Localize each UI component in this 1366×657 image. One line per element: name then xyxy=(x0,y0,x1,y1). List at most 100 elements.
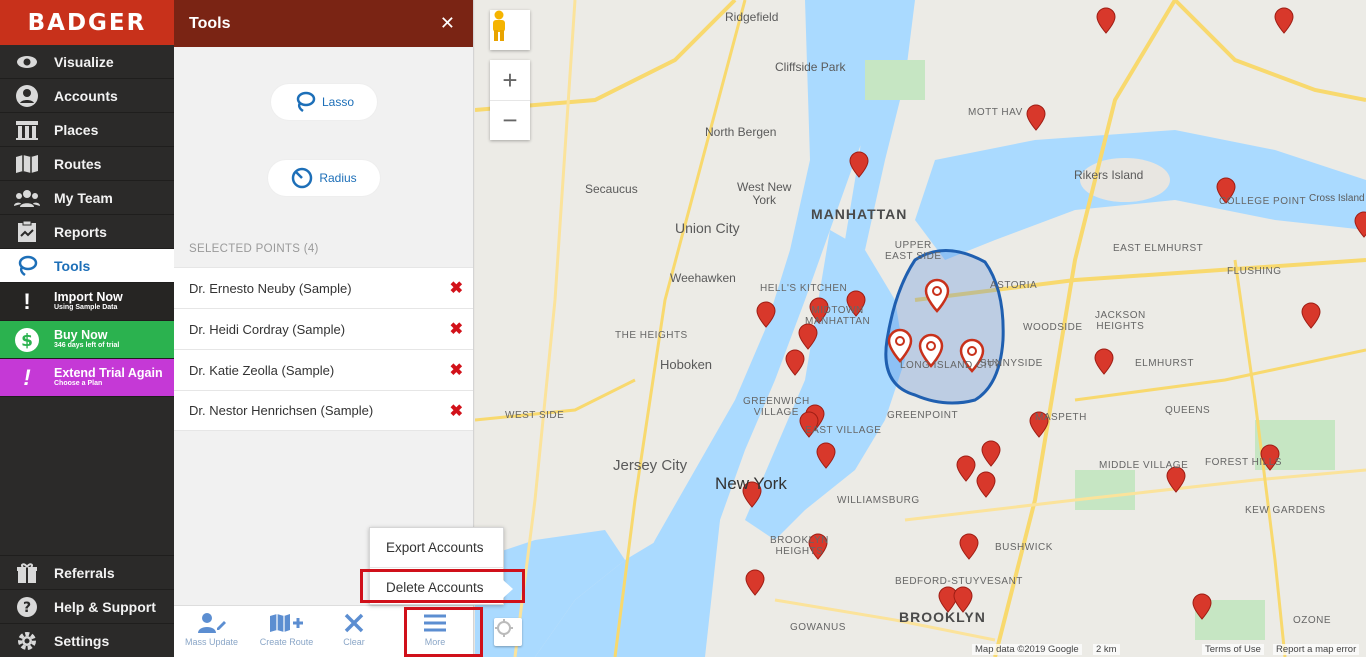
team-icon xyxy=(0,188,54,208)
map-label: New York xyxy=(715,474,787,493)
buy-now-button[interactable]: $ Buy Now 346 days left of trial xyxy=(0,321,174,359)
report-map-error-link[interactable]: Report a map error xyxy=(1273,644,1360,655)
eye-icon xyxy=(0,55,54,69)
more-menu: Export Accounts Delete Accounts xyxy=(369,527,504,605)
nav-places-label: Places xyxy=(54,121,99,138)
building-icon xyxy=(0,120,54,140)
list-item[interactable]: Dr. Nestor Henrichsen (Sample) ✖ xyxy=(174,390,473,431)
map-label: Jersey City xyxy=(613,457,688,474)
nav-settings-label: Settings xyxy=(54,632,110,649)
zoom-out-button[interactable]: − xyxy=(490,100,530,140)
gift-icon xyxy=(0,562,54,584)
nav-visualize[interactable]: Visualize xyxy=(0,45,174,79)
map-label: QUEENS xyxy=(1165,405,1211,416)
nav-referrals-label: Referrals xyxy=(54,564,115,581)
import-now-button[interactable]: ! Import Now Using Sample Data xyxy=(0,283,174,321)
create-route-button[interactable]: Create Route xyxy=(249,606,324,657)
user-edit-icon xyxy=(197,613,226,633)
create-route-label: Create Route xyxy=(259,637,314,647)
remove-icon[interactable]: ✖ xyxy=(450,360,463,380)
mass-update-button[interactable]: Mass Update xyxy=(174,606,249,657)
nav-routes[interactable]: Routes xyxy=(0,147,174,181)
map-label: COLLEGE POINT xyxy=(1219,196,1307,207)
radius-label: Radius xyxy=(319,171,357,185)
brand-logo[interactable]: BADGER xyxy=(0,0,174,45)
radius-button[interactable]: Radius xyxy=(268,160,380,196)
clear-button[interactable]: Clear xyxy=(324,606,384,657)
remove-icon[interactable]: ✖ xyxy=(450,278,463,298)
list-item[interactable]: Dr. Ernesto Neuby (Sample) ✖ xyxy=(174,267,473,308)
map-label: West New York xyxy=(737,180,792,207)
map-label: GREENWICH VILLAGE xyxy=(743,396,810,418)
gear-icon xyxy=(0,630,54,652)
nav-my-team-label: My Team xyxy=(54,189,113,206)
map-plus-icon xyxy=(269,614,303,632)
crosshair-icon xyxy=(495,619,513,637)
more-button[interactable]: More xyxy=(405,606,465,657)
exclamation-italic-icon: ! xyxy=(23,364,31,390)
trial-sub: Choose a Plan xyxy=(54,380,103,387)
map-label: GREENPOINT xyxy=(887,410,959,421)
nav-tools[interactable]: Tools xyxy=(0,249,174,283)
map-label: MOTT HAV xyxy=(968,107,1023,118)
map-scale[interactable]: 2 km xyxy=(1093,644,1120,655)
list-item-label: Dr. Ernesto Neuby (Sample) xyxy=(189,280,352,296)
x-icon xyxy=(344,613,364,633)
nav-accounts-label: Accounts xyxy=(54,87,118,104)
remove-icon[interactable]: ✖ xyxy=(450,401,463,421)
nav-help-support[interactable]: ? Help & Support xyxy=(0,589,174,623)
lasso-label: Lasso xyxy=(321,95,355,109)
nav-help-label: Help & Support xyxy=(54,598,156,615)
bottom-toolbar: Mass Update Create Route Clear More xyxy=(174,605,473,657)
map-label: Rikers Island xyxy=(1074,168,1144,182)
map-view[interactable]: Ridgefield Cliffside Park North Bergen S… xyxy=(475,0,1366,657)
list-item[interactable]: Dr. Katie Zeolla (Sample) ✖ xyxy=(174,349,473,390)
terms-of-use-link[interactable]: Terms of Use xyxy=(1202,644,1264,655)
pegman-icon xyxy=(493,10,505,41)
map-label: FLUSHING xyxy=(1227,266,1282,277)
locate-button[interactable] xyxy=(494,618,522,646)
remove-icon[interactable]: ✖ xyxy=(450,319,463,339)
map-label: KEW GARDENS xyxy=(1245,505,1326,516)
nav-reports[interactable]: Reports xyxy=(0,215,174,249)
map-label: MIDTOWN MANHATTAN xyxy=(805,305,871,327)
nav-accounts[interactable]: Accounts xyxy=(0,79,174,113)
nav-reports-label: Reports xyxy=(54,223,107,240)
nav-my-team[interactable]: My Team xyxy=(0,181,174,215)
map-label: OZONE xyxy=(1293,615,1332,626)
lasso-button[interactable]: Lasso xyxy=(271,84,377,120)
import-sub: Using Sample Data xyxy=(54,304,118,311)
map-label: ELMHURST xyxy=(1135,358,1195,369)
map-label: FOREST HILLS xyxy=(1205,457,1282,468)
map-label: Cliffside Park xyxy=(775,60,846,74)
lasso-icon xyxy=(0,254,54,278)
list-item-label: Dr. Katie Zeolla (Sample) xyxy=(189,362,335,378)
map-label: Secaucus xyxy=(585,182,638,196)
map-label: North Bergen xyxy=(705,125,777,139)
delete-accounts-item[interactable]: Delete Accounts xyxy=(370,567,503,606)
selected-points-list: Dr. Ernesto Neuby (Sample) ✖ Dr. Heidi C… xyxy=(174,267,473,431)
map-label: SUNNYSIDE xyxy=(980,358,1043,369)
map-label: THE HEIGHTS xyxy=(615,330,688,341)
lasso-icon xyxy=(296,91,316,113)
zoom-in-button[interactable]: + xyxy=(490,60,530,100)
map-data-credit: Map data ©2019 Google xyxy=(972,644,1082,655)
export-accounts-item[interactable]: Export Accounts xyxy=(370,528,503,567)
extend-trial-button[interactable]: ! Extend Trial Again Choose a Plan xyxy=(0,359,174,397)
close-icon[interactable]: ✕ xyxy=(440,13,455,34)
zoom-control: + − xyxy=(490,60,530,140)
exclamation-icon: ! xyxy=(23,288,31,314)
more-label: More xyxy=(424,637,446,647)
list-item[interactable]: Dr. Heidi Cordray (Sample) ✖ xyxy=(174,308,473,349)
map-label: Ridgefield xyxy=(725,10,779,24)
sidebar-bottom: Referrals ? Help & Support Settings xyxy=(0,555,174,657)
help-icon: ? xyxy=(0,596,54,618)
nav-places[interactable]: Places xyxy=(0,113,174,147)
popup-arrow xyxy=(503,580,513,598)
nav-settings[interactable]: Settings xyxy=(0,623,174,657)
street-view-pegman[interactable] xyxy=(490,10,530,50)
svg-text:?: ? xyxy=(23,600,31,616)
map-label: UPPER EAST SIDE xyxy=(885,240,942,262)
map-label: GOWANUS xyxy=(790,622,846,633)
nav-referrals[interactable]: Referrals xyxy=(0,555,174,589)
